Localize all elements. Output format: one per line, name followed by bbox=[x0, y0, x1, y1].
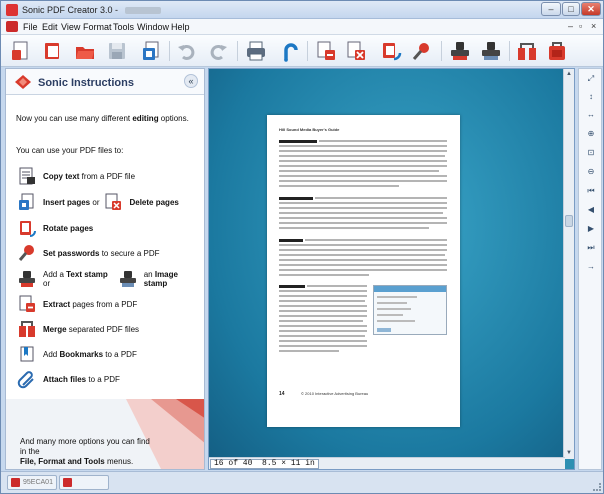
viewer-status-bar: 16 of 40 8.5 × 11 in bbox=[209, 457, 565, 469]
maximize-button[interactable]: □ bbox=[562, 2, 580, 16]
attach-files-icon bbox=[16, 368, 38, 390]
main-toolbar bbox=[1, 35, 603, 67]
zoom-out-icon[interactable]: ⊖ bbox=[582, 165, 600, 179]
menu-edit[interactable]: Edit bbox=[42, 22, 58, 32]
document-menu-icon[interactable] bbox=[6, 21, 18, 32]
sonic-logo-icon bbox=[13, 73, 33, 93]
menu-help[interactable]: Help bbox=[171, 22, 190, 32]
bookmark-hook-icon[interactable] bbox=[277, 39, 301, 63]
pdf-file-icon bbox=[63, 478, 72, 487]
minimize-button[interactable]: – bbox=[541, 2, 561, 16]
fit-width-icon[interactable]: ↔ bbox=[582, 108, 600, 122]
document-tabs-bar: 95ECA01 bbox=[1, 471, 603, 493]
zoom-select-icon[interactable]: ⊡ bbox=[582, 146, 600, 160]
feature-stamps[interactable]: Add a Text stamp or an Image stamp bbox=[16, 268, 204, 290]
sonic-instructions-panel: Sonic Instructions « Now you can use man… bbox=[5, 68, 205, 470]
window-title: Sonic PDF Creator 3.0 - bbox=[22, 5, 161, 15]
feature-rotate-pages[interactable]: Rotate pages bbox=[16, 217, 96, 239]
prev-page-icon[interactable]: ◀ bbox=[582, 203, 600, 217]
bookmarks-icon bbox=[16, 343, 38, 365]
delete-pages-icon bbox=[102, 191, 124, 213]
go-to-page-icon[interactable]: → bbox=[582, 260, 600, 274]
page-header: Hill Sound Media Buyer's Guide bbox=[279, 127, 340, 132]
app-icon[interactable] bbox=[6, 4, 18, 16]
insert-pages-icon[interactable] bbox=[139, 39, 163, 63]
open-document-icon[interactable] bbox=[41, 39, 65, 63]
feature-add-bookmarks[interactable]: Add Bookmarks to a PDF bbox=[16, 343, 140, 365]
open-folder-icon[interactable] bbox=[73, 39, 97, 63]
merge-icon[interactable] bbox=[515, 39, 539, 63]
pdf-file-icon bbox=[11, 478, 20, 487]
mdi-minimize-button[interactable]: – bbox=[568, 21, 573, 31]
merge-files-icon bbox=[16, 318, 38, 340]
redo-icon[interactable] bbox=[206, 39, 230, 63]
text-stamp-icon[interactable] bbox=[448, 39, 472, 63]
footer-text: And many more options you can find in th… bbox=[20, 437, 150, 466]
extract-pages-icon[interactable] bbox=[314, 39, 338, 63]
mdi-close-button[interactable]: × bbox=[591, 21, 596, 31]
feature-attach-files[interactable]: Attach files to a PDF bbox=[16, 368, 123, 390]
scroll-down-icon[interactable]: ▼ bbox=[565, 449, 573, 458]
feature-copy-text[interactable]: Copy text from a PDF file bbox=[16, 165, 138, 187]
insert-pages-icon bbox=[16, 191, 38, 213]
zoom-in-icon[interactable]: ⊕ bbox=[582, 127, 600, 141]
vertical-scrollbar[interactable]: ▲ ▼ bbox=[563, 69, 574, 459]
scrollbar-thumb[interactable] bbox=[565, 215, 573, 227]
panel-header: Sonic Instructions « bbox=[6, 69, 204, 95]
menu-tools[interactable]: Tools bbox=[113, 22, 134, 32]
menu-window[interactable]: Window bbox=[137, 22, 169, 32]
feature-set-passwords[interactable]: Set passwords to secure a PDF bbox=[16, 242, 163, 264]
attach-icon[interactable] bbox=[545, 39, 569, 63]
save-icon[interactable] bbox=[105, 39, 129, 63]
navigation-panel: ⤢ ↕ ↔ ⊕ ⊡ ⊖ ⏮ ◀ ▶ ⏭ → bbox=[578, 68, 602, 470]
password-icon bbox=[16, 242, 38, 264]
intro-text: Now you can use many different editing o… bbox=[16, 114, 189, 123]
resize-grip[interactable] bbox=[593, 483, 601, 491]
poll-screenshot-image bbox=[373, 285, 447, 335]
title-bar[interactable]: Sonic PDF Creator 3.0 - – □ ✕ bbox=[1, 1, 603, 19]
document-tab[interactable] bbox=[59, 475, 109, 490]
menu-format[interactable]: Format bbox=[83, 22, 112, 32]
document-viewer[interactable]: Hill Sound Media Buyer's Guide 14 © 2010… bbox=[208, 68, 575, 470]
copy-text-icon bbox=[16, 165, 38, 187]
page-indicator[interactable]: 16 of 40 8.5 × 11 in bbox=[210, 459, 319, 469]
fit-height-icon[interactable]: ↕ bbox=[582, 90, 600, 104]
text-stamp-icon bbox=[16, 268, 38, 290]
new-document-icon[interactable] bbox=[9, 39, 33, 63]
feature-extract-pages[interactable]: Extract pages from a PDF bbox=[16, 293, 140, 315]
rotate-icon[interactable] bbox=[379, 39, 403, 63]
feature-insert-delete-pages[interactable]: Insert pages or Delete pages bbox=[16, 191, 182, 213]
menu-file[interactable]: File bbox=[23, 22, 38, 32]
mdi-restore-button[interactable]: ▫ bbox=[579, 21, 582, 31]
scroll-up-icon[interactable]: ▲ bbox=[565, 70, 573, 79]
collapse-panel-button[interactable]: « bbox=[184, 74, 198, 88]
close-button[interactable]: ✕ bbox=[581, 2, 601, 16]
undo-icon[interactable] bbox=[175, 39, 199, 63]
use-text: You can use your PDF files to: bbox=[16, 146, 124, 155]
app-window: Sonic PDF Creator 3.0 - – □ ✕ File Edit … bbox=[0, 0, 604, 494]
panel-footer: And many more options you can find in th… bbox=[6, 399, 204, 469]
document-tab[interactable]: 95ECA01 bbox=[7, 475, 57, 490]
image-stamp-icon bbox=[117, 268, 139, 290]
section-heading bbox=[279, 140, 317, 143]
zoom-fit-icon[interactable]: ⤢ bbox=[582, 72, 600, 86]
image-stamp-icon[interactable] bbox=[479, 39, 503, 63]
menu-bar: File Edit View Format Tools Window Help … bbox=[1, 19, 603, 35]
page-number: 14 bbox=[279, 391, 285, 397]
print-icon[interactable] bbox=[244, 39, 268, 63]
rotate-pages-icon bbox=[16, 217, 38, 239]
password-icon[interactable] bbox=[410, 39, 434, 63]
feature-merge-files[interactable]: Merge separated PDF files bbox=[16, 318, 142, 340]
last-page-icon[interactable]: ⏭ bbox=[582, 241, 600, 255]
first-page-icon[interactable]: ⏮ bbox=[582, 184, 600, 198]
menu-view[interactable]: View bbox=[61, 22, 80, 32]
pdf-page: Hill Sound Media Buyer's Guide 14 © 2010… bbox=[267, 115, 460, 427]
next-page-icon[interactable]: ▶ bbox=[582, 222, 600, 236]
panel-title: Sonic Instructions bbox=[38, 77, 134, 89]
page-footer: © 2010 Interactive Advertising Bureau bbox=[301, 391, 369, 396]
delete-pages-icon[interactable] bbox=[344, 39, 368, 63]
extract-pages-icon bbox=[16, 293, 38, 315]
